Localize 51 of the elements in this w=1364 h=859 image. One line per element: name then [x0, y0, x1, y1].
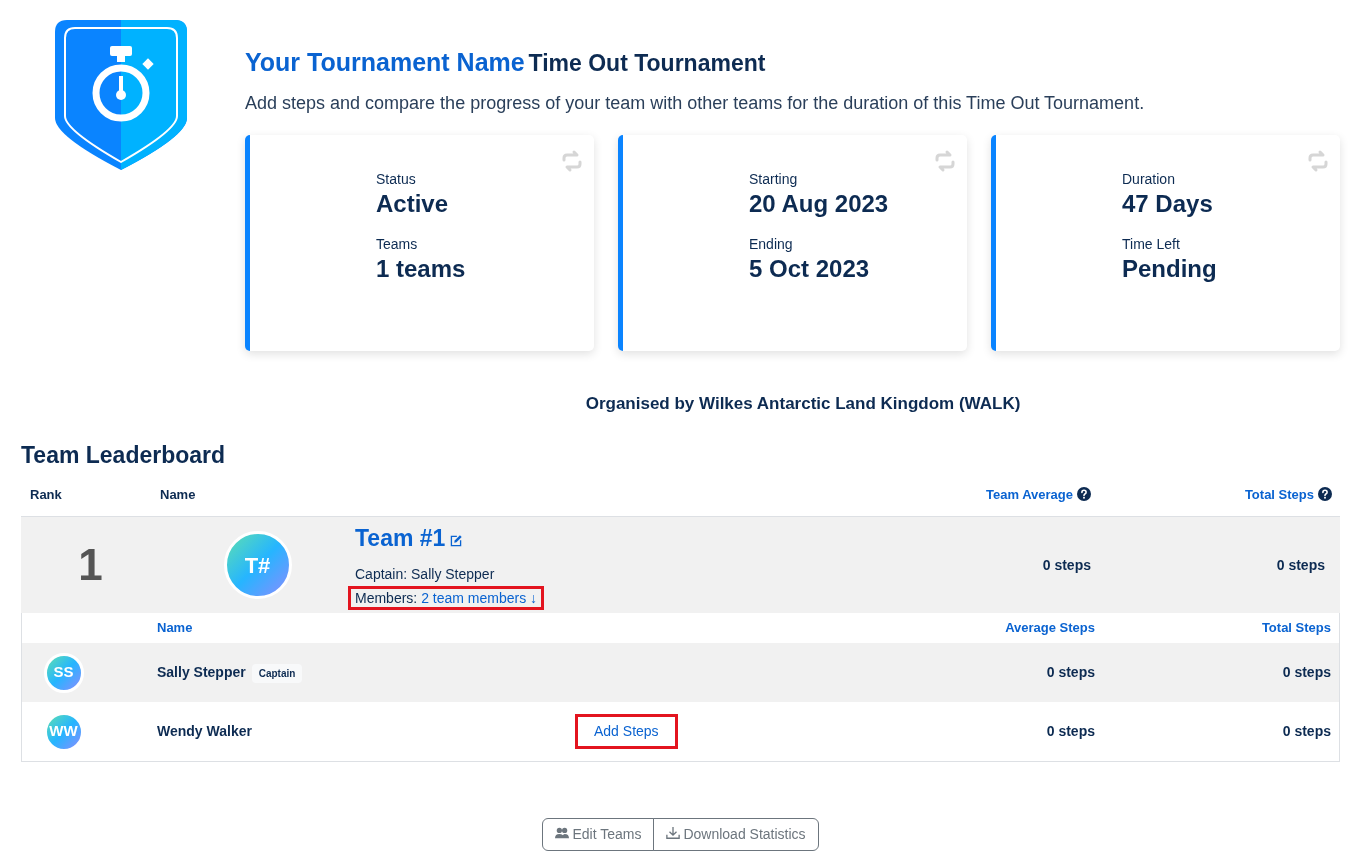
stat-label: Duration	[1122, 169, 1176, 189]
column-header: Name	[160, 486, 196, 502]
help-icon	[1077, 486, 1091, 501]
column-header: Rank	[30, 486, 62, 502]
member-total: 0 steps	[1281, 663, 1332, 682]
members-label: Members:	[355, 589, 418, 606]
member-avatar: SS	[43, 652, 84, 693]
stat-label: Starting	[749, 169, 799, 189]
team-total: 0 steps	[1275, 555, 1326, 575]
team-avatar: T#	[223, 531, 292, 599]
users-icon	[555, 826, 570, 840]
stat-label: Ending	[749, 235, 794, 255]
column-header: Total Steps	[1244, 486, 1314, 502]
column-header: Average Steps	[1004, 619, 1095, 638]
column-header: Total Steps	[1260, 619, 1332, 638]
member-name: Wendy Walker	[157, 723, 252, 739]
download-button[interactable]: Download Statistics	[653, 818, 819, 851]
column-header: Team Average	[986, 486, 1073, 502]
captain-badge: Captain	[251, 664, 303, 683]
edit-teams-button[interactable]: Edit Teams	[542, 818, 655, 851]
team-name-link[interactable]: Team #1	[355, 525, 446, 552]
help-icon	[1318, 486, 1332, 501]
rank-number: 1	[77, 539, 104, 591]
member-average: 0 steps	[1045, 663, 1095, 682]
member-average: 0 steps	[1045, 722, 1095, 741]
members-link[interactable]: 2 team members ↓	[421, 589, 538, 606]
stat-value: 20 Aug 2023	[749, 189, 890, 219]
stat-label: Teams	[376, 235, 419, 255]
stat-value: Active	[376, 189, 450, 219]
captain-text: Captain: Sally Stepper	[355, 564, 496, 584]
add-steps-button[interactable]: Add Steps	[575, 714, 678, 749]
tournament-title: Your Tournament Name	[245, 48, 525, 76]
stat-value: Pending	[1122, 255, 1218, 285]
edit-icon	[449, 534, 464, 549]
stat-value: 1 teams	[376, 255, 467, 285]
member-name: Sally Stepper	[157, 664, 246, 680]
team-average: 0 steps	[1041, 555, 1091, 575]
tournament-name: Time Out Tournament	[528, 50, 766, 76]
column-header: Name	[157, 619, 194, 638]
stat-label: Status	[376, 169, 417, 189]
description: Add steps and compare the progress of your team with other teams for the duration of this Time Out Tournament.	[245, 91, 1146, 115]
repeat-icon	[560, 148, 584, 173]
repeat-icon	[1306, 148, 1330, 173]
stat-label: Time Left	[1122, 235, 1181, 255]
leaderboard-title: Team Leaderboard	[21, 441, 227, 470]
organiser-text: Organised by Wilkes Antarctic Land Kingdom (WALK)	[584, 392, 1022, 415]
member-total: 0 steps	[1281, 722, 1332, 741]
repeat-icon	[933, 148, 957, 173]
stat-value: 5 Oct 2023	[749, 255, 871, 285]
stat-value: 47 Days	[1122, 189, 1214, 219]
download-icon	[666, 826, 681, 840]
